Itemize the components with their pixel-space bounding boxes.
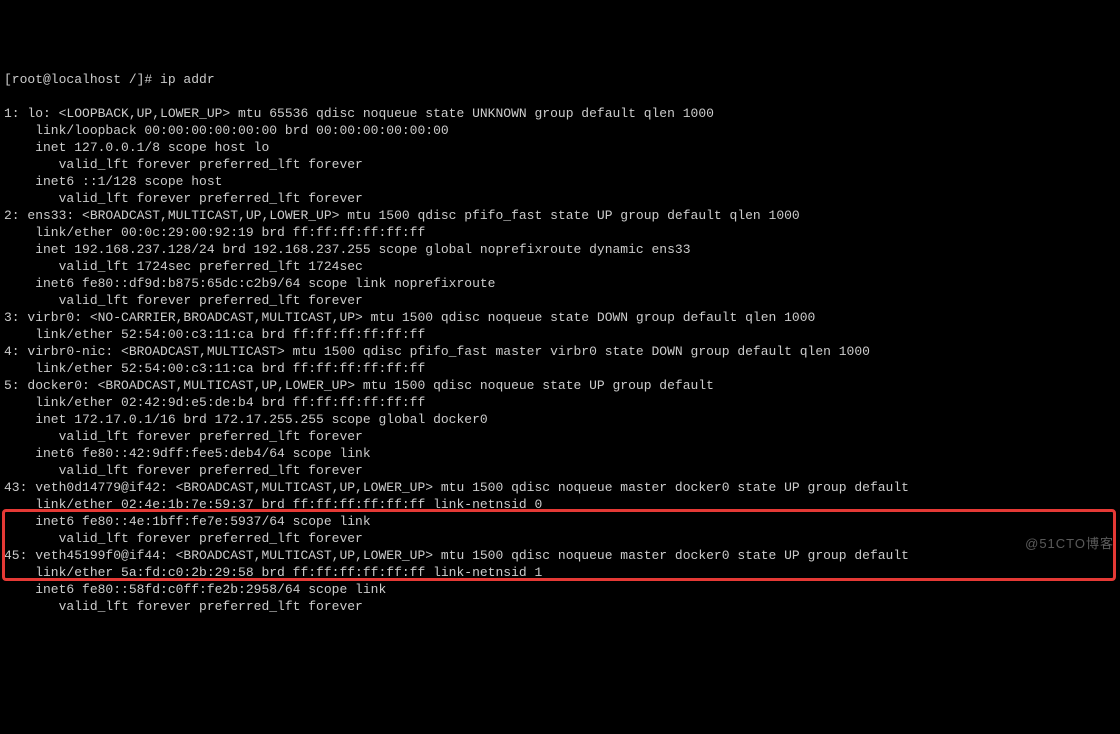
- output-line: valid_lft forever preferred_lft forever: [4, 598, 1116, 615]
- terminal-prompt: [root@localhost /]# ip addr: [4, 71, 1116, 88]
- output-line: link/ether 52:54:00:c3:11:ca brd ff:ff:f…: [4, 326, 1116, 343]
- output-line: 3: virbr0: <NO-CARRIER,BROADCAST,MULTICA…: [4, 309, 1116, 326]
- output-line: inet6 ::1/128 scope host: [4, 173, 1116, 190]
- output-line: link/ether 52:54:00:c3:11:ca brd ff:ff:f…: [4, 360, 1116, 377]
- output-line: valid_lft forever preferred_lft forever: [4, 428, 1116, 445]
- terminal-output: 1: lo: <LOOPBACK,UP,LOWER_UP> mtu 65536 …: [4, 105, 1116, 615]
- output-line: valid_lft forever preferred_lft forever: [4, 292, 1116, 309]
- output-line: link/loopback 00:00:00:00:00:00 brd 00:0…: [4, 122, 1116, 139]
- output-line: valid_lft forever preferred_lft forever: [4, 530, 1116, 547]
- output-line: inet 172.17.0.1/16 brd 172.17.255.255 sc…: [4, 411, 1116, 428]
- output-line: valid_lft forever preferred_lft forever: [4, 156, 1116, 173]
- output-line: valid_lft forever preferred_lft forever: [4, 462, 1116, 479]
- output-line: link/ether 02:42:9d:e5:de:b4 brd ff:ff:f…: [4, 394, 1116, 411]
- output-line: 4: virbr0-nic: <BROADCAST,MULTICAST> mtu…: [4, 343, 1116, 360]
- output-line: 43: veth0d14779@if42: <BROADCAST,MULTICA…: [4, 479, 1116, 496]
- output-line: 45: veth45199f0@if44: <BROADCAST,MULTICA…: [4, 547, 1116, 564]
- output-line: inet6 fe80::df9d:b875:65dc:c2b9/64 scope…: [4, 275, 1116, 292]
- output-line: inet6 fe80::42:9dff:fee5:deb4/64 scope l…: [4, 445, 1116, 462]
- output-line: inet 192.168.237.128/24 brd 192.168.237.…: [4, 241, 1116, 258]
- output-line: 1: lo: <LOOPBACK,UP,LOWER_UP> mtu 65536 …: [4, 105, 1116, 122]
- output-line: valid_lft forever preferred_lft forever: [4, 190, 1116, 207]
- output-line: link/ether 00:0c:29:00:92:19 brd ff:ff:f…: [4, 224, 1116, 241]
- output-line: inet 127.0.0.1/8 scope host lo: [4, 139, 1116, 156]
- output-line: 5: docker0: <BROADCAST,MULTICAST,UP,LOWE…: [4, 377, 1116, 394]
- output-line: link/ether 02:4e:1b:7e:59:37 brd ff:ff:f…: [4, 496, 1116, 513]
- output-line: inet6 fe80::4e:1bff:fe7e:5937/64 scope l…: [4, 513, 1116, 530]
- output-line: 2: ens33: <BROADCAST,MULTICAST,UP,LOWER_…: [4, 207, 1116, 224]
- output-line: inet6 fe80::58fd:c0ff:fe2b:2958/64 scope…: [4, 581, 1116, 598]
- output-line: link/ether 5a:fd:c0:2b:29:58 brd ff:ff:f…: [4, 564, 1116, 581]
- watermark-text: @51CTO博客: [1025, 535, 1114, 552]
- output-line: valid_lft 1724sec preferred_lft 1724sec: [4, 258, 1116, 275]
